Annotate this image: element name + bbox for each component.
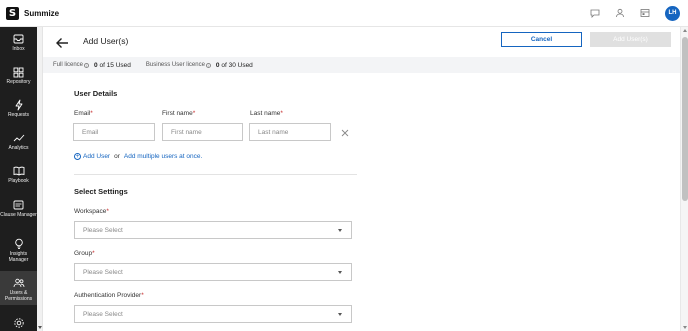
clause-icon bbox=[13, 199, 25, 211]
scroll-down-arrow[interactable] bbox=[38, 326, 42, 329]
app-logo[interactable]: S Summize bbox=[6, 6, 60, 20]
last-name-label: Last name* bbox=[250, 110, 283, 117]
chat-icon[interactable] bbox=[587, 5, 603, 21]
scroll-thumb[interactable] bbox=[682, 37, 688, 201]
add-users-button[interactable]: Add User(s) bbox=[590, 32, 671, 47]
sidebar-item-settings[interactable] bbox=[0, 317, 37, 329]
gear-icon bbox=[13, 317, 25, 329]
sidebar: Inbox Repository Requests Analytics Play… bbox=[0, 27, 37, 331]
email-label: Email* bbox=[74, 110, 93, 117]
sidebar-item-inbox[interactable]: Inbox bbox=[0, 33, 37, 52]
auth-provider-label: Authentication Provider* bbox=[74, 292, 144, 299]
licence-label: Business User licence bbox=[145, 62, 205, 68]
info-icon[interactable]: i bbox=[84, 62, 90, 68]
licence-label: Full licence bbox=[53, 62, 84, 68]
sidebar-item-playbook[interactable]: Playbook bbox=[0, 165, 37, 184]
workspace-select[interactable]: Please Select bbox=[74, 221, 352, 239]
main-content: Add User(s) Cancel Add User(s) Full lice… bbox=[43, 27, 680, 331]
workspace-label: Workspace* bbox=[74, 208, 109, 215]
sidebar-item-clause-manager[interactable]: Clause Manager bbox=[0, 199, 37, 218]
licence-bar: Full licence i 0 of 15 Used Business User… bbox=[43, 57, 680, 73]
grid-icon bbox=[13, 66, 25, 78]
sidebar-item-users-permissions[interactable]: Users & Permissions bbox=[0, 271, 37, 305]
sidebar-item-label: Inbox bbox=[12, 46, 25, 52]
first-name-field[interactable]: First name bbox=[162, 123, 243, 141]
business-user-licence: Business User licence i 0 of 30 Used bbox=[146, 62, 253, 69]
add-user-link[interactable]: Add User bbox=[83, 153, 110, 160]
sidebar-item-analytics[interactable]: Analytics bbox=[0, 132, 37, 151]
inbox-icon bbox=[13, 33, 25, 45]
chevron-down-icon bbox=[338, 313, 342, 316]
info-icon[interactable]: i bbox=[205, 62, 211, 68]
section-divider bbox=[74, 174, 357, 175]
scroll-down-arrow[interactable] bbox=[683, 326, 687, 329]
user-icon[interactable] bbox=[612, 5, 628, 21]
add-circle-icon[interactable]: + bbox=[74, 153, 81, 160]
licence-count: 0 of 30 Used bbox=[215, 61, 253, 69]
group-select[interactable]: Please Select bbox=[74, 263, 352, 281]
group-label: Group* bbox=[74, 250, 95, 257]
trend-icon bbox=[13, 132, 25, 144]
logo-mark: S bbox=[6, 6, 19, 20]
lightning-icon bbox=[13, 99, 25, 111]
avatar[interactable]: LH bbox=[665, 5, 680, 21]
user-details-title: User Details bbox=[74, 89, 118, 98]
users-icon bbox=[13, 277, 25, 289]
page-title: Add User(s) bbox=[83, 36, 129, 46]
sidebar-item-label: Playbook bbox=[8, 178, 29, 184]
sidebar-item-label: Users & Permissions bbox=[4, 290, 33, 302]
sidebar-item-insights-manager[interactable]: Insights Manager bbox=[0, 238, 37, 263]
add-multiple-users-link[interactable]: Add multiple users at once. bbox=[124, 153, 202, 160]
last-name-field[interactable]: Last name bbox=[249, 123, 331, 141]
auth-provider-select[interactable]: Please Select bbox=[74, 305, 352, 323]
chevron-down-icon bbox=[338, 271, 342, 274]
book-icon bbox=[13, 165, 25, 177]
cancel-button[interactable]: Cancel bbox=[501, 32, 582, 47]
page-header: Add User(s) Cancel Add User(s) bbox=[43, 27, 680, 57]
sidebar-item-label: Clause Manager bbox=[0, 212, 37, 218]
sidebar-item-requests[interactable]: Requests bbox=[0, 99, 37, 118]
top-icons: LH bbox=[578, 5, 680, 21]
main-scrollbar[interactable] bbox=[680, 27, 688, 331]
sidebar-item-label: Requests bbox=[7, 112, 30, 118]
group-value: Please Select bbox=[83, 268, 123, 276]
sidebar-item-label: Analytics bbox=[8, 145, 29, 151]
workspace-value: Please Select bbox=[83, 226, 123, 234]
full-licence: Full licence i 0 of 15 Used bbox=[53, 62, 131, 69]
select-settings-title: Select Settings bbox=[74, 187, 128, 196]
sidebar-item-label: Insights Manager bbox=[8, 251, 29, 263]
back-arrow-icon[interactable] bbox=[55, 36, 69, 54]
auth-provider-value: Please Select bbox=[83, 310, 123, 318]
sidebar-item-label: Repository bbox=[6, 79, 31, 85]
app-name: Summize bbox=[24, 8, 60, 18]
chevron-down-icon bbox=[338, 229, 342, 232]
licence-count: 0 of 15 Used bbox=[94, 61, 131, 69]
first-name-label: First name* bbox=[162, 110, 196, 117]
scroll-up-arrow[interactable] bbox=[683, 29, 687, 32]
bulb-icon bbox=[13, 238, 25, 250]
add-user-links: + Add User or Add multiple users at once… bbox=[74, 153, 202, 160]
remove-row-close-icon[interactable] bbox=[340, 125, 350, 137]
top-bar: S Summize LH bbox=[0, 0, 688, 27]
email-field[interactable]: Email bbox=[73, 123, 155, 141]
or-text: or bbox=[114, 153, 120, 160]
sidebar-item-repository[interactable]: Repository bbox=[0, 66, 37, 85]
calendar-icon[interactable] bbox=[637, 5, 653, 21]
